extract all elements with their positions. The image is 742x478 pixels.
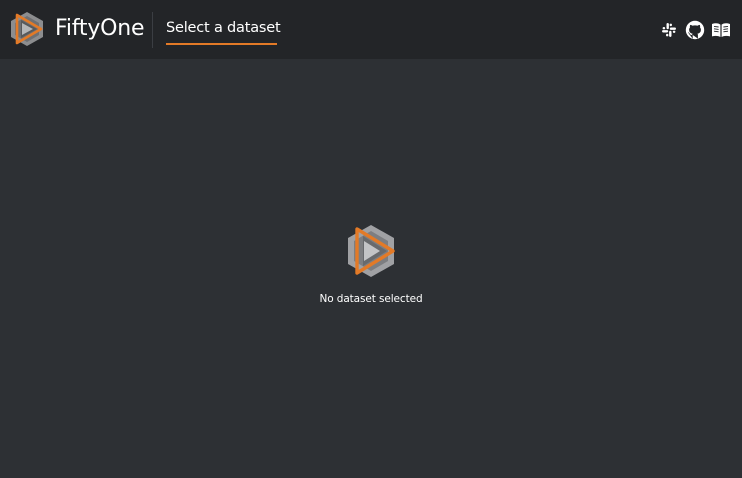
slack-icon[interactable] [659,20,679,40]
brand-name: FiftyOne [55,16,145,41]
empty-state: No dataset selected [0,222,742,306]
empty-state-message: No dataset selected [319,293,423,305]
top-header-bar: FiftyOne Select a dataset [0,0,742,59]
header-divider [152,12,153,48]
dataset-selector-label: Select a dataset [166,20,281,36]
header-icon-group [659,19,731,41]
dataset-selector[interactable]: Select a dataset [166,17,281,47]
fiftyone-logo-icon [348,225,395,277]
app-window: FiftyOne Select a dataset No dataset sel… [0,0,742,478]
github-icon[interactable] [685,20,705,40]
brand-home-link[interactable]: FiftyOne [8,11,145,47]
docs-book-icon[interactable] [711,20,731,40]
fiftyone-logo-icon [11,12,43,46]
dataset-selector-underline [166,43,277,45]
